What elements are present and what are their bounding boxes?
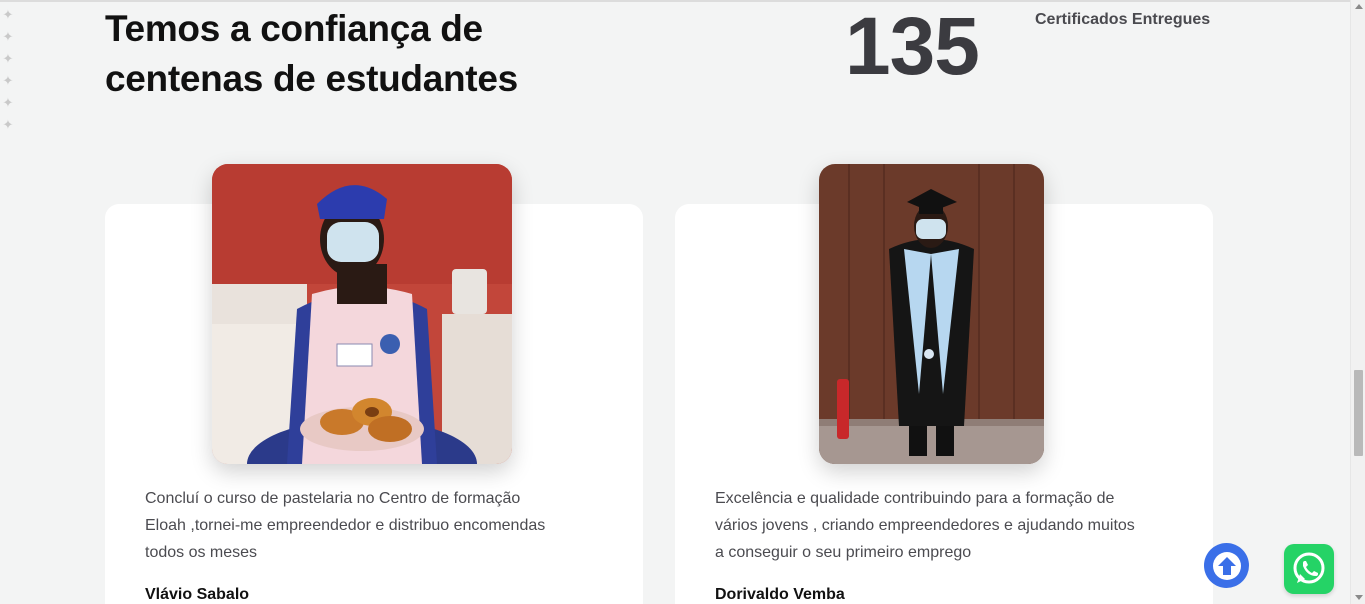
scroll-arrow-up-icon[interactable] <box>1355 4 1363 9</box>
sparkle-icon: ✦ <box>2 30 14 45</box>
student-graduation-photo <box>819 164 1044 464</box>
student-pastry-photo <box>212 164 512 464</box>
arrow-up-icon <box>1212 551 1241 580</box>
testimonial-photo <box>819 164 1044 464</box>
sparkle-icon: ✦ <box>2 8 14 23</box>
sparkle-icon: ✦ <box>2 52 14 67</box>
testimonial-quote: Concluí o curso de pastelaria no Centro … <box>145 490 546 561</box>
scrollbar-thumb[interactable] <box>1354 370 1363 456</box>
testimonial-author: Vlávio Sabalo <box>145 586 250 603</box>
sparkle-icon: ✦ <box>2 74 14 89</box>
page: ✦ ✦ ✦ ✦ ✦ ✦ Temos a confiança de centena… <box>0 0 1350 604</box>
top-divider <box>0 0 1350 2</box>
scroll-to-top-button[interactable] <box>1204 543 1249 588</box>
testimonial-photo <box>212 164 512 464</box>
testimonial-author: Dorivaldo Vemba <box>715 586 845 603</box>
scroll-arrow-down-icon[interactable] <box>1355 595 1363 600</box>
section-headline: Temos a confiança de centenas de estudan… <box>105 8 518 99</box>
decorative-dots: ✦ ✦ ✦ ✦ ✦ ✦ <box>2 8 18 142</box>
sparkle-icon: ✦ <box>2 96 14 111</box>
stat-number: 135 <box>845 1 980 92</box>
whatsapp-icon <box>1293 552 1325 584</box>
vertical-scrollbar[interactable] <box>1350 0 1365 604</box>
testimonial-quote: Excelência e qualidade contribuindo para… <box>715 490 1135 561</box>
sparkle-icon: ✦ <box>2 118 14 133</box>
stat-label: Certificados Entregues <box>1035 11 1211 28</box>
whatsapp-button[interactable] <box>1284 544 1334 594</box>
